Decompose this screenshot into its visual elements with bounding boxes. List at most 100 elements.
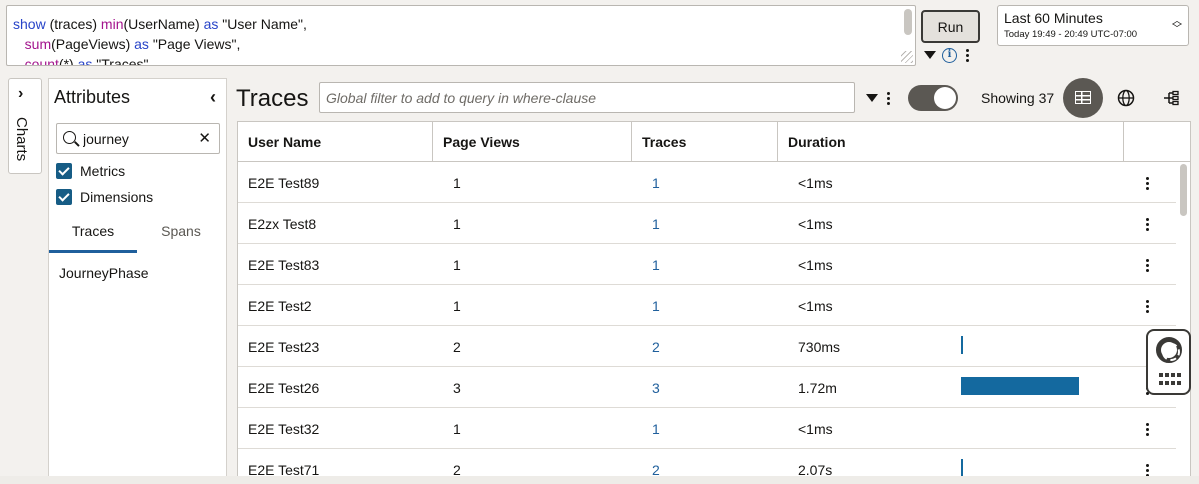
cell-page-views: 1 [453,175,461,191]
query-keyword: min [100,16,124,32]
query-token: (*) [58,56,78,66]
resize-grip-icon[interactable] [901,51,913,63]
column-header-duration[interactable]: Duration [778,122,1124,162]
cell-user-name: E2E Test83 [248,257,320,273]
run-tools: i [924,46,971,64]
cell-traces-link[interactable]: 1 [652,298,660,314]
time-range-select[interactable]: Last 60 Minutes Today 19:49 - 20:49 UTC-… [997,5,1189,46]
page-title: Traces [236,85,309,112]
tree-icon[interactable] [1162,89,1180,107]
cell-traces-link[interactable]: 2 [652,339,660,355]
globe-icon[interactable] [1117,89,1135,107]
cell-duration: <1ms [798,421,833,437]
table-row[interactable]: E2E Test2 1 1 <1ms [238,285,1176,326]
chevron-left-icon[interactable]: ‹ [210,87,216,108]
table-scrollbar[interactable] [1180,164,1187,216]
cell-traces-link[interactable]: 1 [652,175,660,191]
bottom-edge [0,476,1199,484]
query-token: (traces) [45,16,101,32]
cell-user-name: E2E Test26 [248,380,320,396]
query-text[interactable]: show (traces) min(UserName) as "User Nam… [13,14,307,66]
row-kebab-icon[interactable] [1143,175,1151,191]
column-header-page-views[interactable]: Page Views [433,122,632,162]
query-line: count(*) as "Traces", [13,54,307,66]
metrics-checkbox[interactable]: Metrics [56,163,125,179]
row-kebab-icon[interactable] [1143,216,1151,232]
query-token: "Page Views", [148,36,241,52]
attribute-search-input[interactable] [83,129,193,149]
query-token: "User Name", [218,16,307,32]
cell-page-views: 1 [453,216,461,232]
help-widget[interactable] [1146,329,1191,395]
cell-page-views: 1 [453,421,461,437]
table-row[interactable]: E2E Test26 3 3 1.72m [238,367,1176,408]
search-icon [63,131,76,144]
cell-duration: 1.72m [798,380,837,396]
tab-spans[interactable]: Spans [137,215,225,253]
cell-user-name: E2E Test2 [248,298,312,314]
tab-traces[interactable]: Traces [49,215,137,253]
showing-count: Showing 37 [981,90,1055,106]
cell-traces-link[interactable]: 1 [652,257,660,273]
lifebuoy-icon[interactable] [1156,337,1182,363]
table-row[interactable]: E2E Test32 1 1 <1ms [238,408,1176,449]
editor-scrollbar[interactable] [904,9,912,35]
table-view-button[interactable] [1063,78,1103,118]
cell-user-name: E2E Test89 [248,175,320,191]
dimensions-checkbox[interactable]: Dimensions [56,189,153,205]
table-row[interactable]: E2zx Test8 1 1 <1ms [238,203,1176,244]
query-token: (UserName) [123,16,204,32]
column-header-traces[interactable]: Traces [632,122,778,162]
table-row[interactable]: E2E Test89 1 1 <1ms [238,162,1176,203]
column-header-user-name[interactable]: User Name [238,122,433,162]
caret-down-icon[interactable] [866,94,878,102]
kebab-icon[interactable] [963,47,971,63]
query-line: sum(PageViews) as "Page Views", [13,34,307,54]
updown-chevron-icon: ︿ ﹀ [1172,16,1182,35]
row-kebab-icon[interactable] [1143,298,1151,314]
attribute-item-journeyphase[interactable]: JourneyPhase [59,265,149,281]
charts-rail[interactable]: › Charts [8,78,42,174]
info-icon[interactable]: i [942,47,957,63]
toggle-knob [934,87,956,109]
attribute-search[interactable]: ✕ [56,123,220,154]
cell-page-views: 1 [453,257,461,273]
kebab-icon[interactable] [884,90,892,106]
row-kebab-icon[interactable] [1143,257,1151,273]
query-keyword: as [203,16,219,32]
table-row[interactable]: E2E Test83 1 1 <1ms [238,244,1176,285]
duration-bar [961,459,963,477]
cell-traces-link[interactable]: 1 [652,216,660,232]
attributes-panel: Attributes ‹ ✕ Metrics Dimensions Traces… [48,78,227,478]
table-view-icon [1075,91,1091,104]
cell-user-name: E2E Test23 [248,339,320,355]
time-range-label: Last 60 Minutes [1004,10,1103,26]
query-keyword: as [134,36,149,52]
run-button[interactable]: Run [921,10,980,43]
cell-duration: 730ms [798,339,841,355]
cell-user-name: E2zx Test8 [248,216,317,232]
table-row[interactable]: E2E Test23 2 2 730ms [238,326,1176,367]
cell-traces-link[interactable]: 1 [652,421,660,437]
chevron-right-icon[interactable]: › [18,85,23,103]
cell-user-name: E2E Test32 [248,421,320,437]
duration-bar [961,377,1079,395]
toggle-switch[interactable] [908,85,958,111]
grid-dots-icon[interactable] [1159,373,1181,387]
filter-tools [866,90,892,106]
caret-down-icon[interactable] [924,51,936,59]
cell-traces-link[interactable]: 3 [652,380,660,396]
query-editor[interactable]: show (traces) min(UserName) as "User Nam… [6,5,916,66]
duration-bar [961,336,963,354]
attributes-title: Attributes [54,87,131,107]
checkbox-checked-icon[interactable] [56,163,72,179]
clear-icon[interactable]: ✕ [198,129,211,147]
checkbox-checked-icon[interactable] [56,189,72,205]
cell-duration: <1ms [798,175,833,191]
cell-page-views: 2 [453,339,461,355]
global-filter-input[interactable] [319,82,855,113]
row-kebab-icon[interactable] [1143,421,1151,437]
cell-page-views: 1 [453,298,461,314]
query-token [13,36,25,52]
attribute-tabs: Traces Spans [49,215,226,253]
